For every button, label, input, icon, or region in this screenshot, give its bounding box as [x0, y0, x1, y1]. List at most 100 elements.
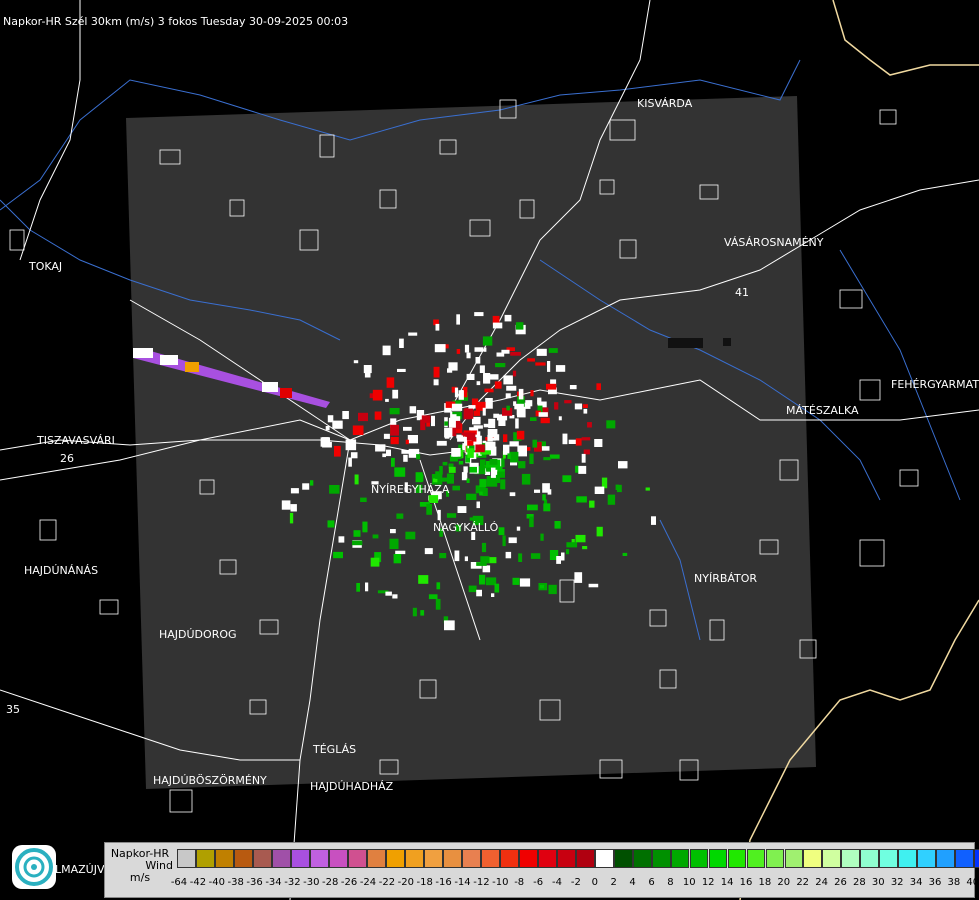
- echo-cell: [473, 410, 481, 416]
- echo-cell: [466, 352, 471, 359]
- echo-cell: [395, 550, 406, 555]
- echo-cell: [437, 509, 441, 521]
- echo-cell: [416, 454, 421, 460]
- echo-cell: [583, 449, 590, 455]
- echo-cell: [482, 407, 486, 416]
- legend-swatch: [784, 849, 804, 868]
- legend-tick-label: 8: [667, 877, 674, 888]
- echo-cell: [554, 521, 561, 529]
- echo-cell: [484, 388, 494, 393]
- echo-cell: [374, 411, 382, 420]
- echo-cell: [452, 485, 460, 491]
- echo-cell: [454, 387, 459, 398]
- echo-cell: [509, 441, 519, 447]
- echo-cell: [578, 465, 587, 474]
- echo-cell: [495, 466, 503, 470]
- echo-cell: [581, 437, 591, 441]
- legend-ticks: -64 -42 -40 -38 -36 -34 -32 -30 -28 -26 -24 -22 -20-…: [171, 877, 979, 891]
- echo-cell: [466, 493, 477, 500]
- echo-cell: [397, 368, 406, 372]
- legend-swatch: [708, 849, 728, 868]
- echo-cell: [516, 430, 525, 440]
- echo-cell: [407, 435, 418, 444]
- echo-cell: [549, 454, 560, 459]
- echo-cell: [463, 466, 468, 473]
- echo-cell: [456, 349, 461, 354]
- echo-cell: [468, 405, 476, 409]
- legend-swatch: [309, 849, 329, 868]
- legend-tick-label: -8: [514, 877, 525, 888]
- legend-swatch: [366, 849, 386, 868]
- echo-cell: [500, 479, 506, 490]
- echo-cell: [428, 495, 439, 503]
- echo-cell: [431, 415, 435, 427]
- legend-swatch: [670, 849, 690, 868]
- legend-swatch: [518, 849, 538, 868]
- legend-swatch: [404, 849, 424, 868]
- legend-swatch: [328, 849, 348, 868]
- echo-cell: [476, 589, 482, 597]
- echo-cell: [645, 487, 650, 491]
- legend-swatch: [955, 849, 975, 868]
- legend-tick-label: -18: [416, 877, 433, 888]
- echo-cell: [615, 484, 619, 490]
- echo-cell: [529, 516, 534, 528]
- echo-cell: [548, 348, 558, 353]
- legend-tick-label: -6: [533, 877, 544, 888]
- echo-cell: [464, 556, 468, 562]
- echo-cell: [530, 553, 541, 559]
- echo-cell: [519, 578, 531, 587]
- echo-cell: [394, 467, 406, 477]
- echo-cell: [512, 370, 517, 377]
- echo-cell: [498, 527, 505, 536]
- legend-swatch: [423, 849, 443, 868]
- legend-tick-label: -64: [170, 877, 188, 888]
- legend-swatch: [651, 849, 671, 868]
- echo-cell: [651, 516, 656, 525]
- echo-cell: [302, 483, 310, 490]
- legend-swatch: [613, 849, 633, 868]
- echo-cell: [310, 480, 314, 486]
- echo-cell: [456, 314, 460, 325]
- echo-cell: [546, 383, 557, 390]
- echo-cell: [489, 459, 498, 465]
- town-label: TISZAVASVÁRI: [36, 434, 115, 447]
- echo-cell: [488, 418, 496, 429]
- echo-cell: [372, 534, 379, 539]
- echo-cell: [412, 607, 417, 617]
- legend-tick-label: 28: [853, 877, 866, 888]
- legend-swatch: [461, 849, 481, 868]
- legend-swatch: [347, 849, 367, 868]
- legend-tick-label: -28: [322, 877, 339, 888]
- echo-cell: [333, 551, 343, 559]
- echo-cell: [327, 520, 335, 528]
- echo-cell: [389, 538, 399, 549]
- echo-cell: [479, 491, 483, 496]
- echo-cell: [558, 416, 562, 421]
- echo-cell: [375, 444, 386, 452]
- echo-cell: [383, 433, 390, 439]
- town-label: TOKAJ: [28, 260, 62, 273]
- echo-cell: [576, 496, 587, 503]
- legend-tick-label: 20: [777, 877, 791, 888]
- echo-cell: [281, 500, 291, 510]
- echo-cell: [446, 513, 457, 518]
- legend-swatch: [860, 849, 880, 868]
- road-label: 35: [6, 703, 20, 716]
- echo-cell: [510, 352, 521, 356]
- legend-swatch: [499, 849, 519, 868]
- echo-cell: [589, 500, 595, 508]
- echo-cell: [512, 577, 520, 585]
- legend-tick-label: 10: [682, 877, 696, 888]
- town-label: FEHÉRGYARMAT: [891, 378, 979, 391]
- echo-cell: [479, 574, 486, 585]
- echo-cell: [424, 548, 433, 555]
- echo-cell: [436, 582, 441, 590]
- echo-cell: [454, 550, 460, 562]
- legend-tick-label: 0: [591, 877, 598, 888]
- echo-cell: [562, 475, 572, 483]
- echo-cell: [485, 398, 493, 409]
- legend-swatch: [195, 849, 215, 868]
- echo-cell: [382, 453, 386, 458]
- legend-swatch: [917, 849, 937, 868]
